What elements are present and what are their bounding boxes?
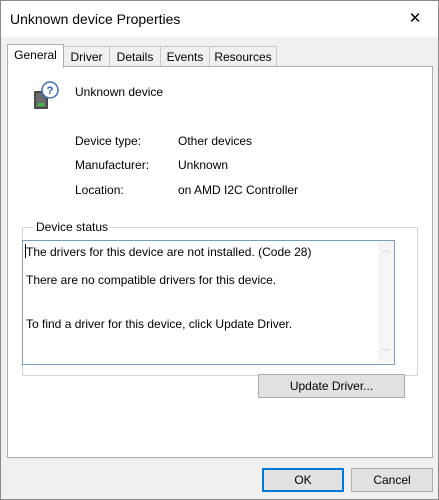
close-icon[interactable]: ✕ [392,1,438,37]
unknown-device-icon: ? [34,81,59,109]
device-status-legend: Device status [33,220,112,234]
update-driver-button[interactable]: Update Driver... [258,374,405,398]
vertical-scrollbar[interactable]: ︿ ﹀ [378,241,394,362]
cancel-button[interactable]: Cancel [351,468,433,492]
location-label: Location: [75,183,124,197]
device-status-textbox[interactable]: The drivers for this device are not inst… [22,240,395,365]
tab-details[interactable]: Details [109,46,161,67]
location-value: on AMD I2C Controller [178,183,299,197]
ok-button[interactable]: OK [262,468,344,492]
tab-general[interactable]: General [7,44,64,68]
window-title: Unknown device Properties [10,11,181,27]
scroll-down-icon[interactable]: ﹀ [378,347,394,358]
status-line: There are no compatible drivers for this… [26,273,277,287]
device-name: Unknown device [75,85,164,99]
device-type-label: Device type: [75,134,142,148]
general-panel: ? Unknown device Device type: Other devi… [7,66,433,458]
properties-dialog: Unknown device Properties ✕ General Driv… [0,0,439,500]
manufacturer-label: Manufacturer: [75,158,150,172]
device-type-value: Other devices [178,134,253,148]
tab-resources[interactable]: Resources [209,46,277,67]
status-line: To find a driver for this device, click … [26,317,293,331]
svg-text:?: ? [47,85,54,97]
manufacturer-value: Unknown [178,158,229,172]
title-bar: Unknown device Properties ✕ [1,1,438,37]
tab-events[interactable]: Events [160,46,210,67]
status-line: The drivers for this device are not inst… [26,245,312,259]
tab-driver[interactable]: Driver [63,46,110,67]
scroll-up-icon[interactable]: ︿ [378,244,394,255]
